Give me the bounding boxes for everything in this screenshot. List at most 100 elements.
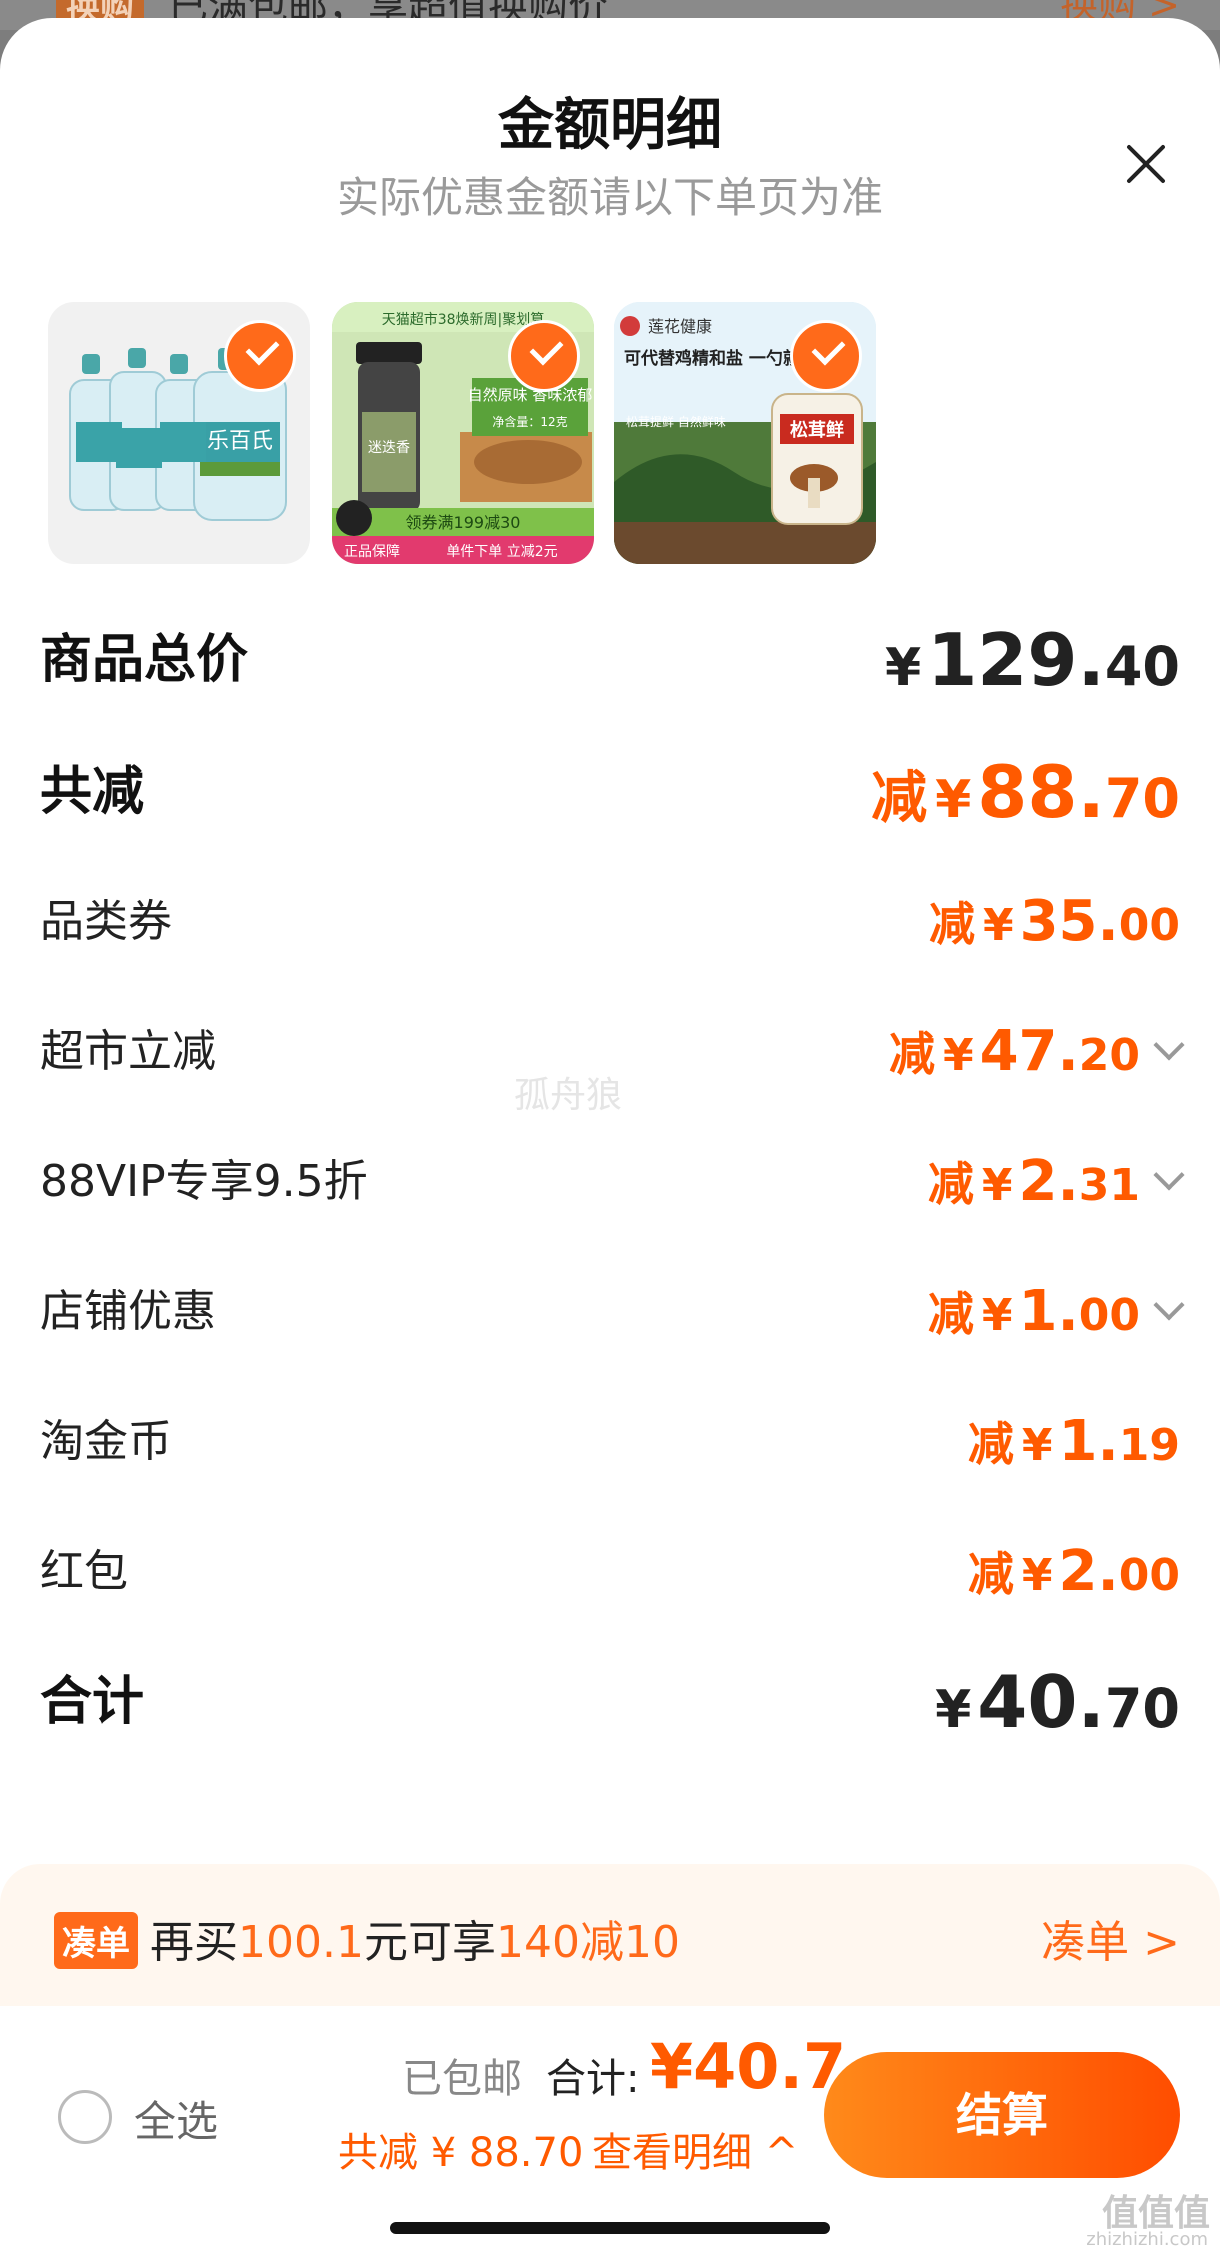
- watermark-text: 孤舟狼: [514, 1075, 623, 1116]
- amount-row-label: 红包: [40, 1546, 128, 1597]
- amount-currency: ¥: [935, 770, 972, 830]
- seasoning-jar-label: 迷迭香: [368, 440, 410, 456]
- addon-tag: 凑单: [54, 1912, 138, 1969]
- amount-int: 35.: [1019, 889, 1119, 954]
- select-all-radio[interactable]: [58, 2090, 112, 2144]
- view-detail-link[interactable]: 查看明细 ^: [592, 2120, 798, 2178]
- addon-bar: 凑单 再买100.1元可享140减10 凑单 >: [0, 1864, 1220, 2006]
- total-label: 合计:: [546, 2056, 640, 2102]
- amount-minus: 减: [871, 766, 928, 831]
- amount-row[interactable]: 88VIP专享9.5折 减 ¥2.31: [40, 1142, 1185, 1222]
- mushroom-subtext: 松茸提鲜 自然鲜味: [626, 414, 726, 429]
- amount-row: 品类券 减 ¥35.00: [40, 882, 1180, 962]
- amount-row: 淘金币 减 ¥1.19: [40, 1402, 1180, 1482]
- amount-currency: ¥: [942, 1030, 974, 1081]
- amount-minus: 减: [927, 1157, 974, 1211]
- amount-row-value: 减 ¥2.31: [927, 1142, 1185, 1235]
- amount-dec: 00: [1118, 1550, 1180, 1601]
- close-icon[interactable]: [1124, 142, 1168, 186]
- amount-row-label: 合计: [40, 1672, 145, 1732]
- amount-int: 1.: [1058, 1409, 1119, 1474]
- amount-row: 合计 ¥40.70: [40, 1662, 1180, 1742]
- amount-row-value: ¥129.40: [877, 620, 1180, 720]
- amount-currency: ¥: [981, 1160, 1013, 1211]
- amount-row: 红包 减 ¥2.00: [40, 1532, 1180, 1612]
- seasoning-badge: 正品保障: [344, 544, 400, 560]
- home-indicator: [390, 2222, 830, 2234]
- corner-url: zhizhizhi.com: [1086, 2229, 1208, 2250]
- water-brand-text: 乐百氏: [207, 429, 273, 454]
- product-thumb-mushroom[interactable]: 莲花健康 可代替鸡精和盐 一勺就鲜 松茸提鲜 自然鲜味 松茸鲜: [614, 302, 876, 564]
- checkout-button[interactable]: 结算: [824, 2052, 1180, 2178]
- seasoning-promo-2: 单件下单 立减2元: [446, 544, 557, 560]
- amount-row-label: 商品总价: [40, 630, 249, 690]
- mushroom-headline: 可代替鸡精和盐 一勺就鲜: [624, 348, 817, 369]
- amount-int: 47.: [979, 1019, 1079, 1084]
- addon-button[interactable]: 凑单 >: [1041, 1906, 1180, 1970]
- mushroom-product-name: 松茸鲜: [790, 419, 844, 441]
- amount-row: 商品总价 ¥129.40: [40, 620, 1180, 700]
- addon-mid: 元可享: [363, 1917, 496, 1968]
- amount-row-label: 超市立减: [40, 1026, 216, 1077]
- amount-currency: ¥: [935, 1680, 972, 1740]
- amount-row-label: 店铺优惠: [40, 1286, 216, 1337]
- amount-row[interactable]: 店铺优惠 减 ¥1.00: [40, 1272, 1185, 1352]
- amount-dec: 70: [1104, 767, 1180, 830]
- addon-amount: 100.1: [238, 1917, 364, 1968]
- amount-row: 共减 减 ¥88.70: [40, 752, 1180, 832]
- selected-check-icon[interactable]: [508, 320, 580, 392]
- amount-row-label: 88VIP专享9.5折: [40, 1156, 368, 1207]
- selected-check-icon[interactable]: [224, 320, 296, 392]
- amount-int: 2.: [1018, 1149, 1079, 1214]
- amount-currency: ¥: [1021, 1550, 1053, 1601]
- total-value: ¥40.7: [650, 2030, 847, 2103]
- product-thumb-seasoning[interactable]: 天猫超市38焕新周|聚划算 迷迭香 自然原味 香味浓郁 净含量：12克 领券满1…: [332, 302, 594, 564]
- chevron-down-icon[interactable]: [1153, 1029, 1185, 1061]
- product-thumb-water[interactable]: 乐百氏: [48, 302, 310, 564]
- amount-dec: 31: [1078, 1160, 1140, 1211]
- addon-text: 再买100.1元可享140减10: [150, 1906, 680, 1970]
- checkout-bar: 全选 已包邮 合计: ¥40.7 共减 ¥ 88.70 查看明细 ^ 结算 值值…: [0, 2006, 1220, 2250]
- amount-row-value: 减 ¥1.00: [927, 1272, 1185, 1365]
- amount-int: 40.: [977, 1660, 1105, 1744]
- amount-row-label: 共减: [40, 762, 145, 822]
- select-all-label[interactable]: 全选: [134, 2088, 218, 2149]
- amount-currency: ¥: [982, 900, 1014, 951]
- amount-int: 129.: [927, 618, 1105, 702]
- shipping-status: 已包邮: [402, 2056, 522, 2102]
- chevron-down-icon[interactable]: [1153, 1289, 1185, 1321]
- amount-row-label: 淘金币: [40, 1416, 172, 1467]
- sheet-title: 金额明细: [498, 93, 722, 158]
- selected-check-icon[interactable]: [790, 320, 862, 392]
- seasoning-net-weight: 净含量：12克: [492, 414, 567, 429]
- amount-row-value: 减 ¥35.00: [929, 882, 1180, 975]
- amount-int: 88.: [977, 750, 1105, 834]
- amount-minus: 减: [927, 1287, 974, 1341]
- seasoning-banner: 天猫超市38焕新周|聚划算: [382, 311, 545, 328]
- amount-int: 1.: [1018, 1279, 1079, 1344]
- amount-dec: 19: [1118, 1420, 1180, 1471]
- addon-pre: 再买: [150, 1917, 238, 1968]
- amount-dec: 20: [1078, 1030, 1140, 1081]
- mushroom-brand: 莲花健康: [648, 317, 712, 336]
- amount-row-value: ¥40.70: [927, 1662, 1180, 1762]
- sheet-subtitle: 实际优惠金额请以下单页为准: [336, 173, 883, 222]
- amount-int: 2.: [1058, 1539, 1119, 1604]
- amount-minus: 减: [928, 897, 975, 951]
- amount-dec: 00: [1118, 900, 1180, 951]
- amount-dec: 00: [1078, 1290, 1140, 1341]
- amount-minus: 减: [888, 1027, 935, 1081]
- amount-currency: ¥: [885, 638, 922, 698]
- amount-detail-sheet: 金额明细 实际优惠金额请以下单页为准 乐百氏 天猫超市38焕新周|聚划算 迷迭香…: [0, 18, 1220, 2250]
- amount-row-value: 减 ¥1.19: [968, 1402, 1180, 1495]
- amount-minus: 减: [967, 1417, 1014, 1471]
- amount-currency: ¥: [981, 1290, 1013, 1341]
- amount-minus: 减: [967, 1547, 1014, 1601]
- addon-deal: 140减10: [495, 1917, 680, 1968]
- seasoning-promo: 领券满199减30: [406, 513, 521, 532]
- amount-row-value: 减 ¥47.20: [888, 1012, 1185, 1105]
- amount-row-value: 减 ¥88.70: [871, 752, 1180, 852]
- amount-dec: 70: [1104, 1677, 1180, 1740]
- chevron-down-icon[interactable]: [1153, 1159, 1185, 1191]
- amount-row-label: 品类券: [40, 896, 172, 947]
